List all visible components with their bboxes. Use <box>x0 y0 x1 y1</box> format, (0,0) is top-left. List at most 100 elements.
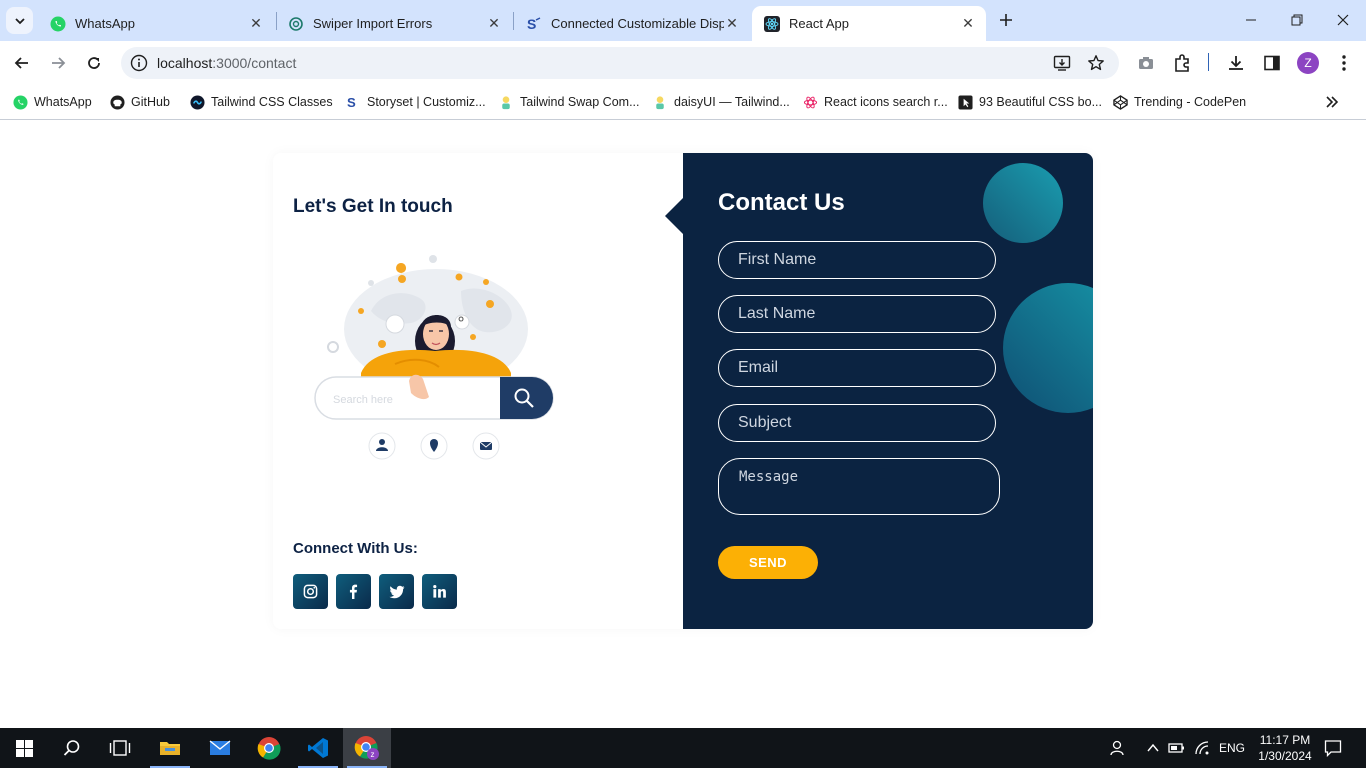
whatsapp-icon <box>12 94 28 110</box>
chrome-profile-icon: z <box>354 736 379 760</box>
linkedin-button[interactable] <box>422 574 457 609</box>
bookmark-github[interactable]: GitHub <box>109 92 170 112</box>
search-button[interactable] <box>48 728 96 768</box>
url-host: localhost <box>157 55 213 71</box>
forward-button[interactable] <box>46 51 70 75</box>
tab-swiper[interactable]: Swiper Import Errors ✕ <box>276 6 512 41</box>
close-icon <box>1337 14 1349 26</box>
contact-card: Let's Get In touch Search here Connect W… <box>273 153 1093 629</box>
reload-icon <box>88 57 100 69</box>
clock-date: 1/30/2024 <box>1258 749 1312 763</box>
tab-title: Swiper Import Errors <box>313 16 433 31</box>
minimize-button[interactable] <box>1239 8 1263 32</box>
instagram-button[interactable] <box>293 574 328 609</box>
svg-text:S: S <box>346 95 355 110</box>
close-icon[interactable]: ✕ <box>960 15 976 32</box>
camera-icon[interactable] <box>1135 52 1157 74</box>
react-icons-icon <box>802 94 818 110</box>
tab-whatsapp[interactable]: WhatsApp ✕ <box>38 6 274 41</box>
url-text[interactable]: localhost:3000/contact <box>157 55 296 71</box>
address-bar[interactable]: localhost:3000/contact <box>121 47 1119 79</box>
page-viewport: Let's Get In touch Search here Connect W… <box>0 121 1366 728</box>
notifications-icon[interactable] <box>1323 738 1343 758</box>
bookmark-tailwind-swap[interactable]: Tailwind Swap Com... <box>498 92 640 112</box>
first-name-input[interactable] <box>718 241 996 279</box>
start-button[interactable] <box>0 728 48 768</box>
tab-search-button[interactable] <box>6 7 33 34</box>
bookmark-label: GitHub <box>131 95 170 109</box>
restore-button[interactable] <box>1285 8 1309 32</box>
message-input[interactable] <box>718 458 1000 515</box>
daisyui-icon <box>652 94 668 110</box>
email-input[interactable] <box>718 349 996 387</box>
chrome-button[interactable] <box>245 728 293 768</box>
bookmark-css-borders[interactable]: 93 Beautiful CSS bo... <box>957 92 1102 112</box>
side-panel-icon[interactable] <box>1261 52 1283 74</box>
show-hidden-icons[interactable] <box>1143 738 1163 758</box>
last-name-input[interactable] <box>718 295 996 333</box>
send-button[interactable]: SEND <box>718 546 818 579</box>
bookmark-whatsapp[interactable]: WhatsApp <box>12 92 92 112</box>
wifi-icon[interactable] <box>1192 738 1212 758</box>
site-info-icon[interactable] <box>129 53 149 73</box>
back-button[interactable] <box>10 51 34 75</box>
task-view-button[interactable] <box>96 728 144 768</box>
new-tab-button[interactable] <box>994 8 1018 32</box>
tab-strip: WhatsApp ✕ Swiper Import Errors ✕ S Conn… <box>0 0 1366 41</box>
chevron-down-icon <box>14 17 25 24</box>
chrome-profile-button[interactable]: z <box>343 728 391 768</box>
vscode-button[interactable] <box>294 728 342 768</box>
get-in-touch-heading: Let's Get In touch <box>293 196 453 217</box>
download-icon[interactable] <box>1225 52 1247 74</box>
bookmark-storyset[interactable]: S Storyset | Customiz... <box>345 92 486 112</box>
facebook-button[interactable] <box>336 574 371 609</box>
kebab-menu-icon[interactable] <box>1333 52 1355 74</box>
bookmark-codepen[interactable]: Trending - CodePen <box>1112 92 1246 112</box>
file-explorer-button[interactable] <box>146 728 194 768</box>
bookmark-label: 93 Beautiful CSS bo... <box>979 95 1102 109</box>
people-icon[interactable] <box>1107 738 1127 758</box>
task-view-icon <box>109 740 131 756</box>
close-window-button[interactable] <box>1331 8 1355 32</box>
mail-button[interactable] <box>196 728 244 768</box>
facebook-icon <box>349 584 358 599</box>
close-icon[interactable]: ✕ <box>486 15 502 32</box>
tailwind-icon <box>189 94 205 110</box>
extensions-icon[interactable] <box>1171 52 1193 74</box>
bookmark-tailwind[interactable]: Tailwind CSS Classes <box>189 92 333 112</box>
tab-storyset[interactable]: S Connected Customizable Dispr ✕ <box>514 6 750 41</box>
windows-icon <box>15 739 33 757</box>
tab-react-app[interactable]: React App ✕ <box>752 6 986 41</box>
twitter-button[interactable] <box>379 574 414 609</box>
reload-button[interactable] <box>82 51 106 75</box>
storyset-icon: S <box>526 16 542 32</box>
bookmark-react-icons[interactable]: React icons search r... <box>802 92 948 112</box>
codepen-icon <box>1112 94 1128 110</box>
clock[interactable]: 11:17 PM 1/30/2024 <box>1255 732 1315 764</box>
language-indicator[interactable]: ENG <box>1219 741 1245 755</box>
contact-us-heading: Contact Us <box>718 189 845 216</box>
arrow-left-icon <box>14 57 28 69</box>
install-app-icon[interactable] <box>1052 53 1072 73</box>
more-bookmarks-button[interactable] <box>1325 92 1339 112</box>
bookmark-daisyui[interactable]: daisyUI — Tailwind... <box>652 92 790 112</box>
subject-input[interactable] <box>718 404 996 442</box>
bookmark-label: Tailwind Swap Com... <box>520 95 640 109</box>
bookmark-label: Tailwind CSS Classes <box>211 95 333 109</box>
battery-icon[interactable] <box>1167 738 1187 758</box>
star-icon[interactable] <box>1086 53 1106 73</box>
whatsapp-icon <box>50 16 66 32</box>
storyset-icon: S <box>345 94 361 110</box>
decorative-circle <box>983 163 1063 243</box>
linkedin-icon <box>433 585 446 598</box>
close-icon[interactable]: ✕ <box>248 15 264 32</box>
folder-icon <box>160 742 180 755</box>
close-icon[interactable]: ✕ <box>724 15 740 32</box>
chevron-up-icon <box>1147 743 1159 752</box>
svg-text:S: S <box>527 16 536 32</box>
twitter-icon <box>389 585 404 598</box>
mail-icon <box>209 740 231 755</box>
bookmark-label: Trending - CodePen <box>1134 95 1247 109</box>
profile-avatar[interactable]: Z <box>1297 52 1319 74</box>
bookmark-label: Storyset | Customiz... <box>367 95 486 109</box>
